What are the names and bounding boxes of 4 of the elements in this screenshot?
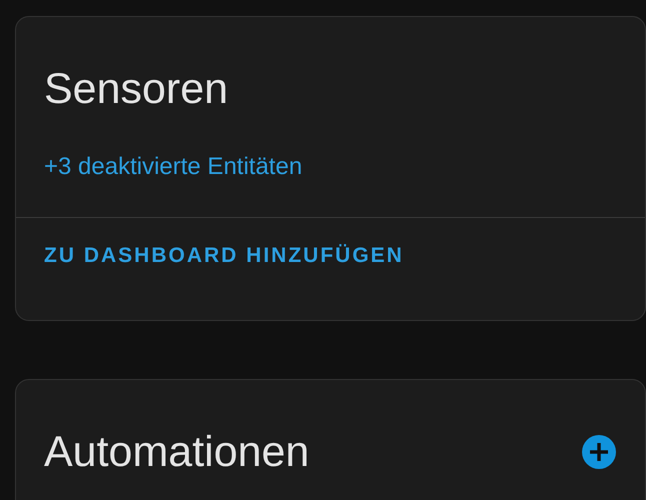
card-title: Sensoren — [44, 64, 228, 115]
add-to-dashboard-button[interactable]: ZU DASHBOARD HINZUFÜGEN — [30, 234, 418, 278]
add-button[interactable] — [581, 434, 617, 470]
card-title: Automationen — [44, 427, 310, 478]
